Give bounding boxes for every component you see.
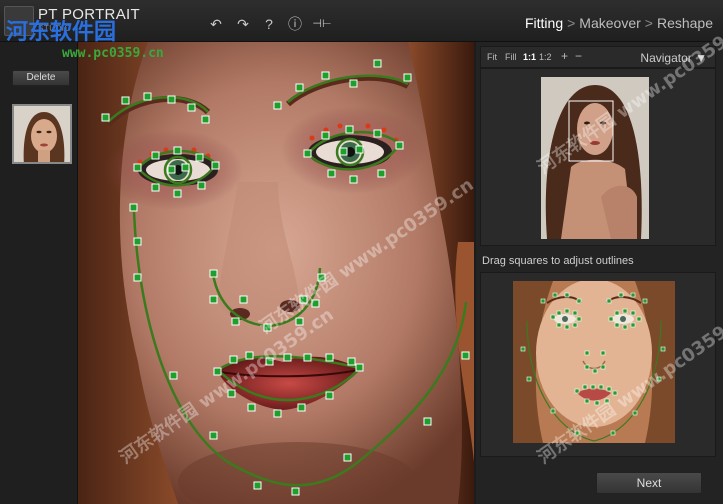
thumbnail-image — [14, 106, 70, 162]
navigator-preview[interactable] — [480, 68, 716, 246]
sidebar: Delete — [0, 42, 78, 504]
zoom-1-2[interactable]: 1:2 — [539, 52, 552, 62]
workflow-steps: Fitting > Makeover > Reshape — [525, 15, 713, 31]
watermark-logo: 河东软件园 — [6, 20, 117, 45]
guide-label: Drag squares to adjust outlines — [482, 255, 634, 267]
zoom-1-1[interactable]: 1:1 — [523, 52, 536, 62]
delete-button[interactable]: Delete — [12, 70, 70, 86]
next-button[interactable]: Next — [596, 472, 702, 494]
redo-icon[interactable]: ↷ — [233, 14, 253, 34]
navigator-title: Navigator ▼ — [640, 51, 707, 65]
navigator-image — [541, 77, 649, 239]
help-icon[interactable]: ? — [259, 14, 279, 34]
watermark-url: www.pc0359.cn — [62, 46, 164, 61]
zoom-out-icon[interactable]: − — [575, 49, 582, 63]
step-fitting[interactable]: Fitting — [525, 15, 563, 31]
dropdown-icon[interactable]: ▼ — [695, 51, 707, 65]
navigator-header: Fit Fill 1:1 1:2 + − Navigator ▼ — [480, 46, 716, 68]
right-panel: Fit Fill 1:1 1:2 + − Navigator ▼ Drag sq… — [476, 14, 723, 504]
zoom-in-icon[interactable]: + — [561, 49, 568, 63]
guide-preview — [480, 272, 716, 457]
step-makeover[interactable]: Makeover — [579, 15, 640, 31]
step-reshape[interactable]: Reshape — [657, 15, 713, 31]
zoom-fit[interactable]: Fit — [487, 52, 497, 62]
step-separator: > — [567, 15, 576, 31]
photo-thumbnail[interactable] — [12, 104, 72, 164]
editing-canvas[interactable]: 河东软件园 www.pc0359.cn 河东软件园 www.pc0359.cn — [78, 42, 474, 504]
zoom-fill[interactable]: Fill — [505, 52, 517, 62]
plugin-icon[interactable]: ⊣⊢ — [312, 14, 332, 34]
undo-icon[interactable]: ↶ — [206, 14, 226, 34]
portrait-image — [78, 42, 474, 504]
step-separator: > — [644, 15, 653, 31]
info-icon[interactable]: ⓘ — [285, 14, 305, 34]
guide-image — [513, 281, 675, 443]
